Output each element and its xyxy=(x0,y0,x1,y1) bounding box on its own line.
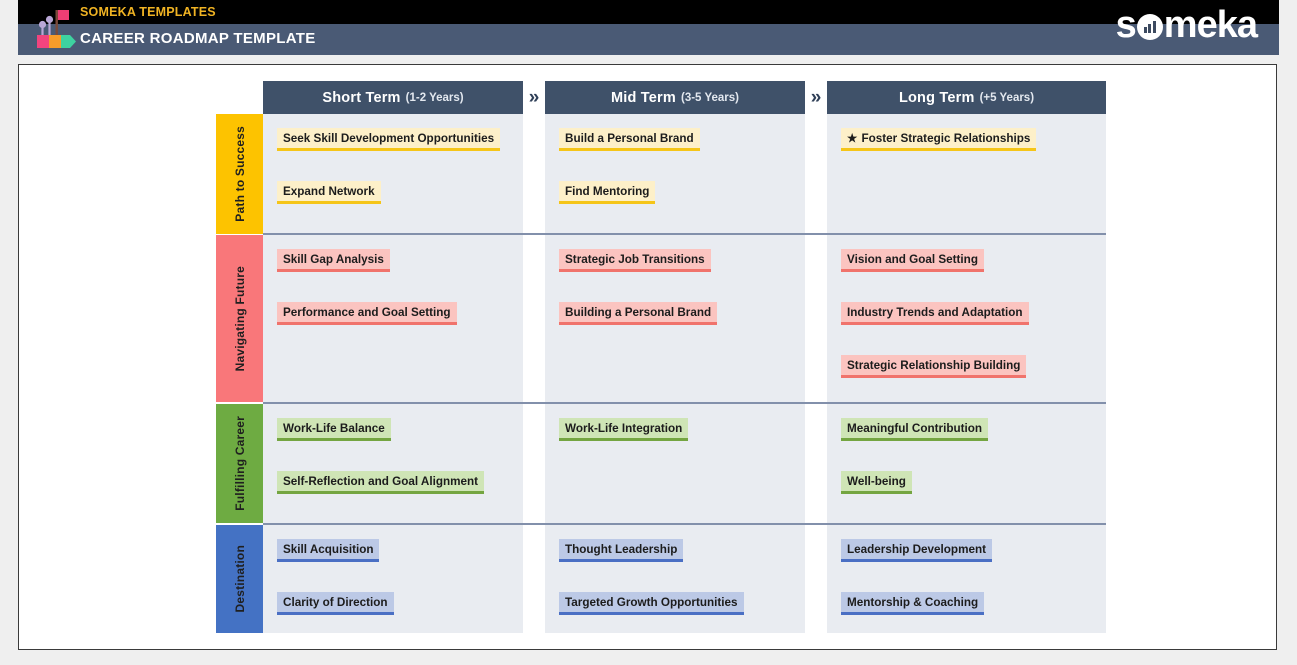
roadmap-item[interactable]: Building a Personal Brand xyxy=(559,302,717,325)
roadmap-item-label: Skill Acquisition xyxy=(283,543,373,556)
page-title: CAREER ROADMAP TEMPLATE xyxy=(80,29,316,49)
row-label-path-to-success: Path to Success xyxy=(216,114,263,234)
roadmap-item[interactable]: Work-Life Balance xyxy=(277,418,391,441)
roadmap-item-label: Skill Gap Analysis xyxy=(283,253,384,266)
roadmap-item-label: Build a Personal Brand xyxy=(565,132,694,145)
row-label-text: Fulfilling Career xyxy=(233,416,247,511)
roadmap-row-destination: Destination Skill Acquisition Clarity of… xyxy=(216,525,1106,633)
chevron-right-icon-1: » xyxy=(523,81,545,114)
column-header-subtitle: (3-5 Years) xyxy=(681,92,739,104)
roadmap-item-label: Expand Network xyxy=(283,185,375,198)
roadmap-item[interactable]: Vision and Goal Setting xyxy=(841,249,984,272)
row-label-fulfilling-career: Fulfilling Career xyxy=(216,404,263,523)
cell-short-term-destination: Skill Acquisition Clarity of Direction xyxy=(263,525,523,633)
cell-mid-term-path-to-success: Build a Personal Brand Find Mentoring xyxy=(545,114,805,234)
cell-long-term-path-to-success: ★ Foster Strategic Relationships xyxy=(827,114,1106,234)
cell-long-term-navigating-future: Vision and Goal Setting Industry Trends … xyxy=(827,235,1106,402)
roadmap-item[interactable]: Thought Leadership xyxy=(559,539,683,562)
roadmap-body: Path to Success Seek Skill Development O… xyxy=(216,114,1106,633)
cell-long-term-fulfilling-career: Meaningful Contribution Well-being xyxy=(827,404,1106,523)
roadmap-item-label: Mentorship & Coaching xyxy=(847,596,978,609)
roadmap-item-label: Thought Leadership xyxy=(565,543,677,556)
someka-wordmark-s: s xyxy=(1116,4,1136,46)
roadmap-flag-logo-icon xyxy=(36,4,78,50)
chevron-right-icon-2: » xyxy=(805,81,827,114)
row-label-navigating-future: Navigating Future xyxy=(216,235,263,402)
roadmap-item-label: Strategic Relationship Building xyxy=(847,359,1020,372)
roadmap-item-label: Foster Strategic Relationships xyxy=(861,132,1030,145)
roadmap-item-label: Seek Skill Development Opportunities xyxy=(283,132,494,145)
roadmap-item-label: Performance and Goal Setting xyxy=(283,306,451,319)
roadmap-item[interactable]: Clarity of Direction xyxy=(277,592,394,615)
column-header-mid-term: Mid Term (3-5 Years) xyxy=(545,81,805,114)
row-label-text: Path to Success xyxy=(233,126,247,222)
roadmap-item[interactable]: Mentorship & Coaching xyxy=(841,592,984,615)
cell-mid-term-navigating-future: Strategic Job Transitions Building a Per… xyxy=(545,235,805,402)
roadmap-item-label: Work-Life Integration xyxy=(565,422,682,435)
cell-long-term-destination: Leadership Development Mentorship & Coac… xyxy=(827,525,1106,633)
roadmap-item-label: Self-Reflection and Goal Alignment xyxy=(283,475,478,488)
roadmap-item[interactable]: Expand Network xyxy=(277,181,381,204)
document-canvas: Short Term (1-2 Years) » Mid Term (3-5 Y… xyxy=(18,64,1277,650)
column-header-title: Short Term xyxy=(322,90,400,106)
roadmap-item[interactable]: Skill Gap Analysis xyxy=(277,249,390,272)
roadmap-item-label: Strategic Job Transitions xyxy=(565,253,705,266)
roadmap-item-label: Industry Trends and Adaptation xyxy=(847,306,1023,319)
roadmap-item-label: Vision and Goal Setting xyxy=(847,253,978,266)
column-header-long-term: Long Term (+5 Years) xyxy=(827,81,1106,114)
banner-eyebrow: SOMEKA TEMPLATES xyxy=(80,4,216,20)
roadmap-header-row: Short Term (1-2 Years) » Mid Term (3-5 Y… xyxy=(216,81,1106,114)
roadmap-item[interactable]: Meaningful Contribution xyxy=(841,418,988,441)
roadmap-item-label: Clarity of Direction xyxy=(283,596,388,609)
roadmap-item-label: Well-being xyxy=(847,475,906,488)
roadmap-item-label: Building a Personal Brand xyxy=(565,306,711,319)
roadmap-item[interactable]: Industry Trends and Adaptation xyxy=(841,302,1029,325)
roadmap-item[interactable]: Find Mentoring xyxy=(559,181,655,204)
roadmap-item-label: Find Mentoring xyxy=(565,185,649,198)
roadmap-row-fulfilling-career: Fulfilling Career Work-Life Balance Self… xyxy=(216,404,1106,523)
row-label-text: Navigating Future xyxy=(233,266,247,371)
someka-wordmark: smeka xyxy=(1116,6,1257,44)
column-header-title: Long Term xyxy=(899,90,975,106)
column-header-short-term: Short Term (1-2 Years) xyxy=(263,81,523,114)
cell-short-term-navigating-future: Skill Gap Analysis Performance and Goal … xyxy=(263,235,523,402)
roadmap-item[interactable]: Leadership Development xyxy=(841,539,992,562)
screenshot-root: SOMEKA TEMPLATES CAREER ROADMAP TEMPLATE… xyxy=(0,0,1297,665)
roadmap-item[interactable]: Strategic Job Transitions xyxy=(559,249,711,272)
roadmap-row-path-to-success: Path to Success Seek Skill Development O… xyxy=(216,114,1106,234)
roadmap-item[interactable]: Work-Life Integration xyxy=(559,418,688,441)
app-banner: SOMEKA TEMPLATES CAREER ROADMAP TEMPLATE… xyxy=(18,0,1279,55)
roadmap-item[interactable]: Performance and Goal Setting xyxy=(277,302,457,325)
someka-chart-dot-icon xyxy=(1137,14,1163,40)
row-label-text: Destination xyxy=(233,545,247,613)
column-header-title: Mid Term xyxy=(611,90,676,106)
roadmap-item[interactable]: Self-Reflection and Goal Alignment xyxy=(277,471,484,494)
career-roadmap-grid: Short Term (1-2 Years) » Mid Term (3-5 Y… xyxy=(216,81,1106,633)
roadmap-item-label: Meaningful Contribution xyxy=(847,422,982,435)
column-header-subtitle: (+5 Years) xyxy=(980,92,1034,104)
roadmap-item[interactable]: Strategic Relationship Building xyxy=(841,355,1026,378)
roadmap-row-navigating-future: Navigating Future Skill Gap Analysis Per… xyxy=(216,235,1106,402)
roadmap-item[interactable]: Targeted Growth Opportunities xyxy=(559,592,744,615)
roadmap-item-label: Targeted Growth Opportunities xyxy=(565,596,738,609)
roadmap-item[interactable]: Seek Skill Development Opportunities xyxy=(277,128,500,151)
roadmap-item[interactable]: Skill Acquisition xyxy=(277,539,379,562)
star-icon: ★ xyxy=(847,132,857,145)
cell-short-term-fulfilling-career: Work-Life Balance Self-Reflection and Go… xyxy=(263,404,523,523)
roadmap-item-label: Work-Life Balance xyxy=(283,422,385,435)
roadmap-item-starred[interactable]: ★ Foster Strategic Relationships xyxy=(841,128,1036,151)
cell-short-term-path-to-success: Seek Skill Development Opportunities Exp… xyxy=(263,114,523,234)
cell-mid-term-fulfilling-career: Work-Life Integration xyxy=(545,404,805,523)
roadmap-item[interactable]: Build a Personal Brand xyxy=(559,128,700,151)
someka-wordmark-rest: meka xyxy=(1164,4,1257,46)
roadmap-item-label: Leadership Development xyxy=(847,543,986,556)
row-label-destination: Destination xyxy=(216,525,263,633)
cell-mid-term-destination: Thought Leadership Targeted Growth Oppor… xyxy=(545,525,805,633)
roadmap-item[interactable]: Well-being xyxy=(841,471,912,494)
column-header-subtitle: (1-2 Years) xyxy=(406,92,464,104)
